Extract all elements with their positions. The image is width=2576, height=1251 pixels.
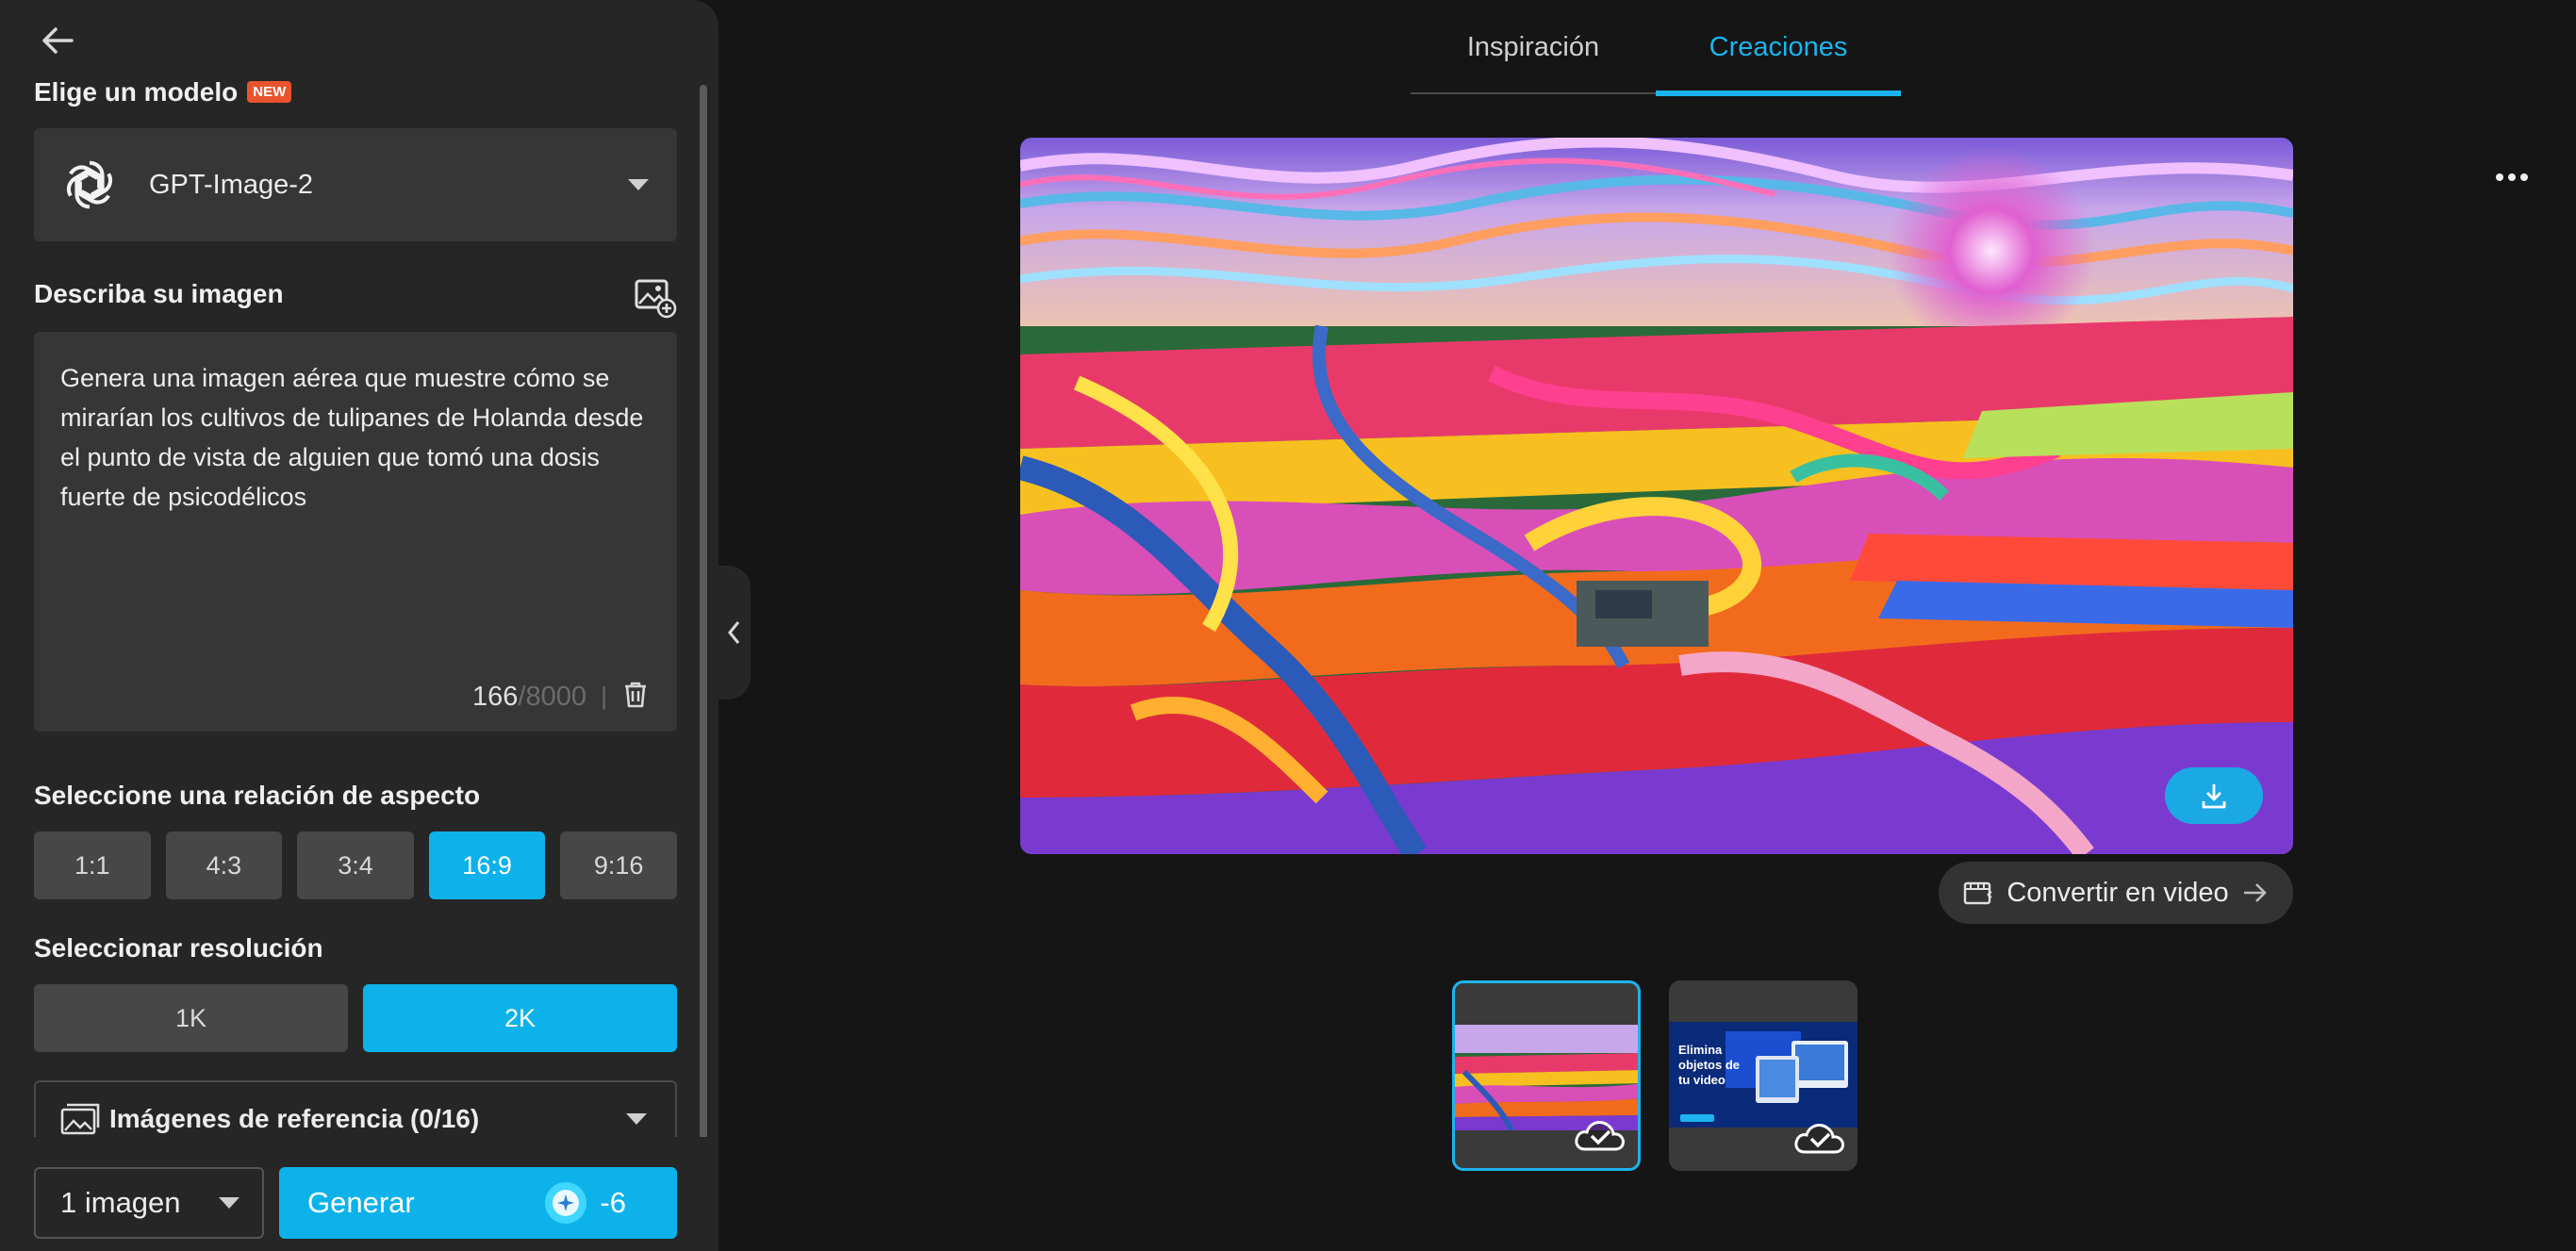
back-button[interactable] xyxy=(34,17,81,64)
convert-to-video-button[interactable]: Convertir en video xyxy=(1939,862,2293,924)
more-options-button[interactable] xyxy=(2485,158,2538,196)
credit-cost: -6 xyxy=(600,1186,626,1219)
openai-logo-icon xyxy=(60,156,119,214)
prompt-text[interactable]: Genera una imagen aérea que muestre cómo… xyxy=(60,358,654,517)
sidebar-scrollbar[interactable] xyxy=(700,85,707,1141)
promo-text: Elimina objetos de tu video xyxy=(1678,1043,1741,1087)
scroll-thumb[interactable] xyxy=(700,85,707,1141)
collapse-sidebar-button[interactable] xyxy=(717,566,751,700)
credit-star-icon xyxy=(545,1182,587,1224)
download-icon xyxy=(2202,784,2226,809)
generate-bar: 1 imagen Generar -6 xyxy=(0,1137,718,1251)
chevron-down-icon xyxy=(219,1197,239,1209)
image-icon xyxy=(60,1103,100,1135)
aspect-ratio-group: 1:1 4:3 3:4 16:9 9:16 xyxy=(34,831,677,899)
generate-button[interactable]: Generar -6 xyxy=(279,1167,677,1239)
aspect-title: Seleccione una relación de aspecto xyxy=(34,781,481,810)
resolution-title: Seleccionar resolución xyxy=(34,933,323,963)
ratio-4-3-button[interactable]: 4:3 xyxy=(165,831,283,899)
chevron-left-icon xyxy=(728,621,740,644)
ratio-9-16-button[interactable]: 9:16 xyxy=(560,831,677,899)
thumbnail-promo[interactable]: Elimina objetos de tu video xyxy=(1669,980,1858,1171)
tab-bar: Inspiración Creaciones xyxy=(1411,0,1901,96)
back-arrow-icon xyxy=(42,27,74,54)
ratio-3-4-button[interactable]: 3:4 xyxy=(297,831,414,899)
prompt-textarea[interactable]: Genera una imagen aérea que muestre cómo… xyxy=(34,332,677,732)
dot xyxy=(2508,173,2516,181)
chevron-down-icon xyxy=(626,1113,647,1125)
dot xyxy=(2496,173,2503,181)
image-count-dropdown[interactable]: 1 imagen xyxy=(34,1167,264,1239)
image-count-label: 1 imagen xyxy=(60,1186,181,1219)
video-icon xyxy=(1964,881,1992,905)
ratio-1-1-button[interactable]: 1:1 xyxy=(34,831,151,899)
sidebar-panel: Elige un modelo NEW GPT-Image-2 Describa … xyxy=(0,0,718,1251)
resolution-group: 1K 2K xyxy=(34,984,677,1052)
tab-creaciones[interactable]: Creaciones xyxy=(1656,0,1901,96)
model-section-title: Elige un modelo NEW xyxy=(34,77,292,107)
dot xyxy=(2520,173,2528,181)
chevron-down-icon xyxy=(628,179,649,190)
ratio-16-9-button[interactable]: 16:9 xyxy=(428,831,546,899)
resolution-1k-button[interactable]: 1K xyxy=(34,984,348,1052)
char-counter: 166/8000 xyxy=(472,682,586,712)
thumbnail-tulip-fields[interactable] xyxy=(1452,980,1641,1171)
reference-images-dropdown[interactable]: Imágenes de referencia (0/16) xyxy=(34,1080,677,1137)
cloud-check-icon xyxy=(1794,1124,1844,1154)
generate-label: Generar xyxy=(307,1186,415,1219)
resolution-2k-button[interactable]: 2K xyxy=(363,984,677,1052)
generated-image[interactable] xyxy=(1020,138,2293,854)
cloud-check-icon xyxy=(1575,1121,1625,1151)
convert-label: Convertir en video xyxy=(2006,877,2229,908)
model-dropdown[interactable]: GPT-Image-2 xyxy=(34,128,677,241)
model-name: GPT-Image-2 xyxy=(149,169,314,200)
add-image-icon[interactable] xyxy=(634,275,677,319)
reference-images-label: Imágenes de referencia (0/16) xyxy=(109,1104,480,1133)
settings-scroll-area[interactable]: Elige un modelo NEW GPT-Image-2 Describa … xyxy=(0,72,718,1137)
download-button[interactable] xyxy=(2165,767,2263,824)
trash-icon[interactable] xyxy=(622,681,649,709)
describe-title: Describa su imagen xyxy=(34,279,284,308)
tab-inspiracion[interactable]: Inspiración xyxy=(1411,0,1656,94)
arrow-right-icon xyxy=(2243,883,2267,902)
counter-separator: | xyxy=(601,682,607,710)
new-badge: NEW xyxy=(247,81,292,103)
